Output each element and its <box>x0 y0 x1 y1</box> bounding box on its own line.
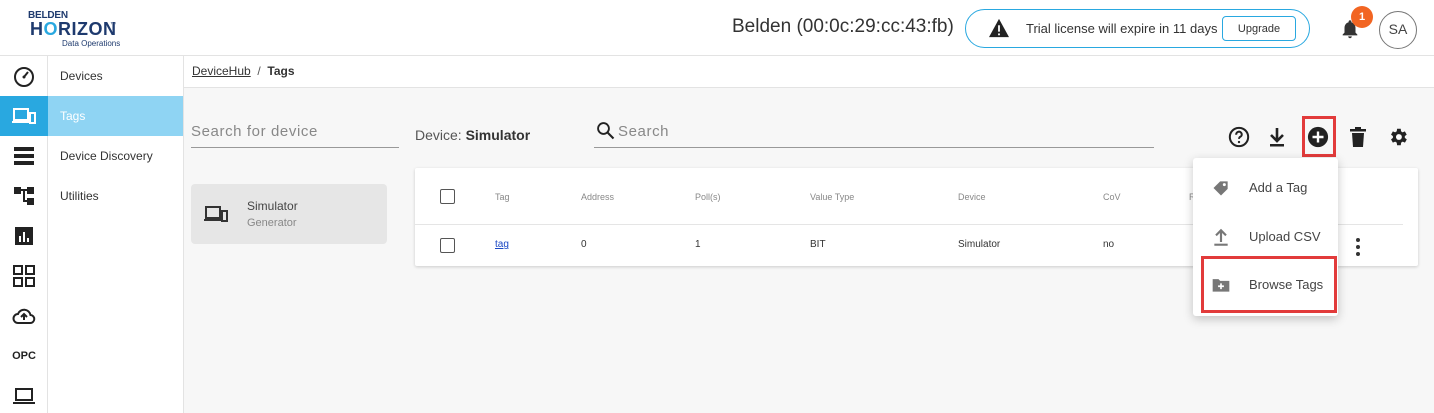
settings-button[interactable] <box>1385 124 1411 150</box>
download-icon <box>1270 128 1284 147</box>
rail-analytics[interactable] <box>0 216 48 256</box>
breadcrumb: DeviceHub / Tags <box>184 56 1434 88</box>
device-name: Belden (00:0c:29:cc:43:fb) <box>732 16 954 37</box>
nav-item-tags[interactable]: Tags <box>48 96 183 136</box>
search-icon <box>597 122 615 140</box>
cell-device: Simulator <box>958 239 1001 250</box>
rail-flow[interactable] <box>0 176 48 216</box>
upgrade-button[interactable]: Upgrade <box>1222 16 1296 41</box>
cell-value-type: BIT <box>810 239 826 250</box>
nav-item-utilities[interactable]: Utilities <box>48 176 183 216</box>
opc-icon: OPC <box>12 350 36 362</box>
trial-banner: Trial license will expire in 11 days Upg… <box>965 9 1310 48</box>
device-card-simulator[interactable]: Simulator Generator <box>191 184 387 244</box>
side-nav: Devices Tags Device Discovery Utilities <box>48 56 184 413</box>
menu-label-upload-csv: Upload CSV <box>1249 229 1321 244</box>
tag-icon <box>1213 181 1228 196</box>
cloud-upload-icon <box>12 308 36 324</box>
nav-item-devices[interactable]: Devices <box>48 56 183 96</box>
menu-item-upload-csv[interactable]: Upload CSV <box>1193 214 1338 260</box>
user-avatar[interactable]: SA <box>1379 11 1417 49</box>
rail-storage[interactable] <box>0 136 48 176</box>
column-header-device[interactable]: Device <box>958 192 986 202</box>
cell-cov: no <box>1103 239 1115 250</box>
delete-button[interactable] <box>1345 124 1371 150</box>
add-button-highlight <box>1302 116 1336 157</box>
app-header: BELDEN HORIZON ™ Data Operations Belden … <box>0 0 1434 56</box>
tag-search-placeholder: Search <box>618 123 670 140</box>
flow-icon <box>14 187 34 205</box>
column-header-value-type[interactable]: Value Type <box>810 192 854 202</box>
cell-poll: 1 <box>695 239 701 250</box>
rail-apps[interactable] <box>0 256 48 296</box>
rail-opc[interactable]: OPC <box>0 336 48 376</box>
device-search-input[interactable]: Search for device <box>191 118 399 148</box>
devices-icon <box>204 206 228 222</box>
devices-icon <box>12 108 36 124</box>
tag-link[interactable]: tag <box>495 239 509 250</box>
breadcrumb-separator: / <box>257 64 261 78</box>
column-header-poll[interactable]: Poll(s) <box>695 192 721 202</box>
gear-icon <box>1391 128 1407 146</box>
breadcrumb-devicehub[interactable]: DeviceHub <box>192 64 251 78</box>
select-all-checkbox[interactable] <box>440 189 455 204</box>
breadcrumb-current: Tags <box>267 64 295 78</box>
tag-search-input[interactable]: Search <box>594 118 1154 148</box>
logo-trademark: ™ <box>110 22 116 28</box>
warning-icon <box>989 18 1009 38</box>
rail-laptop[interactable] <box>0 376 48 413</box>
help-icon <box>1228 126 1250 148</box>
row-menu-icon[interactable] <box>1353 238 1363 256</box>
logo-line3: Data Operations <box>62 39 121 48</box>
belden-horizon-logo[interactable]: BELDEN HORIZON ™ Data Operations <box>28 10 128 48</box>
analytics-icon <box>15 227 33 245</box>
laptop-icon <box>13 388 35 404</box>
menu-label-add-tag: Add a Tag <box>1249 180 1308 195</box>
storage-icon <box>14 147 34 165</box>
device-card-name: Simulator <box>247 199 298 213</box>
download-button[interactable] <box>1264 124 1290 150</box>
selected-device-label: Device: Simulator <box>415 127 531 143</box>
rail-cloud[interactable] <box>0 296 48 336</box>
help-button[interactable] <box>1226 124 1252 150</box>
row-checkbox[interactable] <box>440 238 455 253</box>
column-header-cov[interactable]: CoV <box>1103 192 1121 202</box>
menu-item-add-tag[interactable]: Add a Tag <box>1193 165 1338 211</box>
logo-line2: HORIZON <box>30 19 117 39</box>
selected-device-value: Simulator <box>465 127 531 143</box>
rail-dashboard[interactable] <box>0 56 48 96</box>
column-header-tag[interactable]: Tag <box>495 192 510 202</box>
dashboard-icon <box>14 67 34 87</box>
upload-icon <box>1214 228 1228 246</box>
icon-rail: OPC <box>0 56 48 413</box>
notification-badge: 1 <box>1351 6 1373 28</box>
nav-item-device-discovery[interactable]: Device Discovery <box>48 136 183 176</box>
rail-devices[interactable] <box>0 96 48 136</box>
trash-icon <box>1350 127 1366 147</box>
apps-icon <box>13 265 35 287</box>
browse-tags-highlight <box>1201 256 1337 313</box>
cell-address: 0 <box>581 239 587 250</box>
trial-message: Trial license will expire in 11 days <box>1026 21 1218 36</box>
column-header-address[interactable]: Address <box>581 192 614 202</box>
device-card-type: Generator <box>247 217 297 229</box>
